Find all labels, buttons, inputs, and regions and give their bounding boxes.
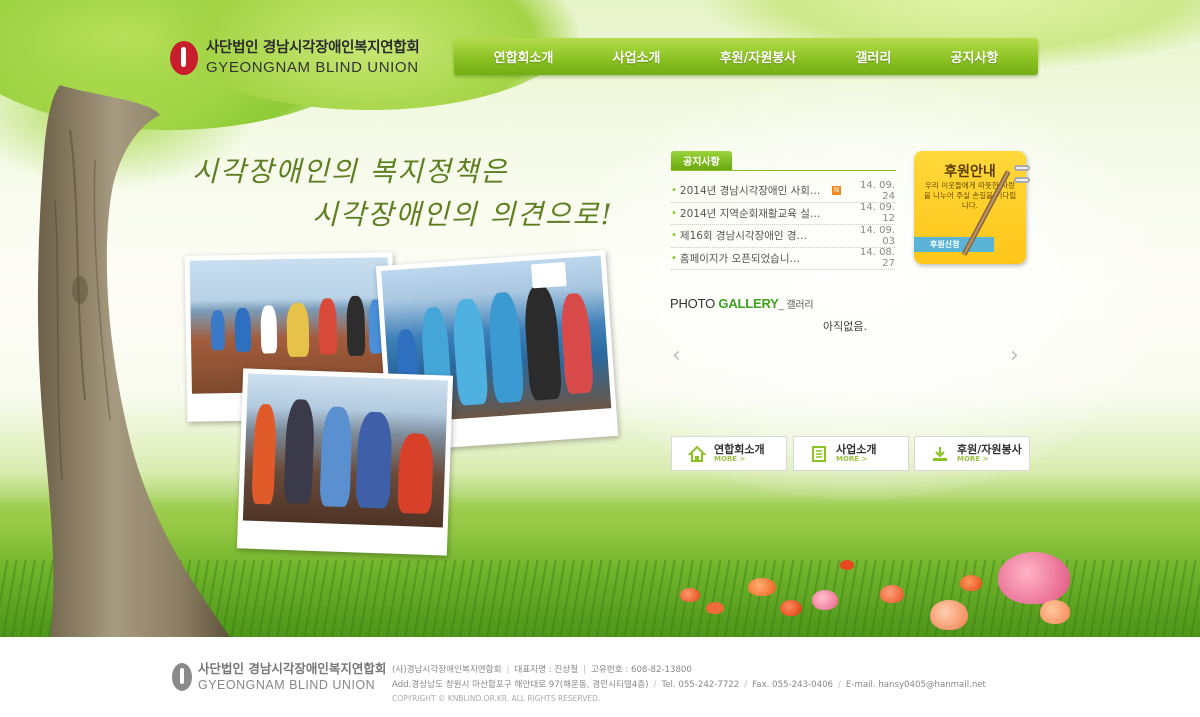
chevron-left-icon[interactable]: ‹	[672, 343, 681, 368]
flower-decoration	[1040, 600, 1070, 624]
nav-item-gallery[interactable]: 갤러리	[855, 47, 891, 66]
nav-item-notice[interactable]: 공지사항	[951, 47, 999, 66]
footer-email[interactable]: E-mail. hansy0405@hanmail.net	[846, 680, 986, 690]
document-list-icon	[812, 445, 826, 462]
flower-decoration	[840, 560, 854, 570]
logo-korean-name: 사단법인 경남시각장애인복지연합회	[206, 40, 420, 57]
notice-title[interactable]: 2014년 지역순회재활교육 실…	[680, 206, 847, 221]
bullet-icon: •	[671, 185, 677, 197]
chevron-right-icon[interactable]: ›	[1010, 343, 1019, 368]
gallery-title[interactable]: PHOTO GALLERY_ 갤러리	[670, 296, 814, 311]
footer-representative: 대표자명 : 진상철	[514, 665, 579, 675]
quick-link-label: 사업소개	[836, 442, 877, 456]
flower-decoration	[680, 588, 700, 602]
footer-logo-english-name: GYEONGNAM BLIND UNION	[198, 677, 376, 692]
flower-decoration	[812, 590, 838, 610]
footer-info: (사)경남시각장애인복지연합회 | 대표자명 : 진상철 | 고유번호 : 608-82…	[392, 663, 986, 707]
event-photo	[236, 368, 454, 556]
notice-divider	[671, 170, 896, 171]
quick-link-about[interactable]: 연합회소개 MORE >	[671, 436, 787, 471]
flower-decoration	[706, 602, 724, 614]
flower-decoration	[780, 600, 802, 616]
more-link: MORE >	[836, 454, 868, 463]
notice-date: 14. 09. 03	[860, 224, 895, 247]
support-banner[interactable]: 후원안내 우리 이웃들에게 따뜻한 사랑을 나누어 주실 손길을 기다립니다. …	[914, 151, 1030, 264]
flower-decoration	[748, 578, 776, 596]
site-footer: 사단법인 경남시각장애인복지연합회 GYEONGNAM BLIND UNION …	[0, 637, 1200, 717]
main-navigation: 연합회소개 사업소개 후원/자원봉사 갤러리 공지사항	[454, 38, 1038, 75]
notice-title[interactable]: 홈페이지가 오픈되었습니…	[680, 251, 847, 266]
flower-decoration	[930, 600, 968, 630]
footer-tel: Tel. 055-242-7722	[661, 679, 740, 690]
notice-date: 14. 08. 27	[860, 247, 895, 270]
quick-link-business[interactable]: 사업소개 MORE >	[793, 436, 909, 471]
footer-registration-number: 고유번호 : 608-82-13800	[591, 665, 692, 675]
notice-item[interactable]: • 2014년 경남시각장애인 사회… N 14. 09. 24	[671, 180, 895, 203]
download-icon	[933, 446, 947, 461]
logo-english-name: GYEONGNAM BLIND UNION	[206, 58, 419, 76]
support-apply-button[interactable]: 후원신청	[914, 237, 994, 252]
bullet-icon: •	[671, 207, 677, 219]
gallery-title-photo: PHOTO	[670, 296, 719, 311]
logo-mark-icon	[172, 663, 192, 691]
logo-mark-icon	[170, 41, 198, 75]
notice-tab[interactable]: 공지사항	[671, 151, 732, 170]
notice-title[interactable]: 2014년 경남시각장애인 사회…	[680, 183, 830, 198]
footer-copyright: COPYRIGHT © KNBLIND.OR.KR. ALL RIGHTS RE…	[392, 694, 601, 703]
footer-logo[interactable]: 사단법인 경남시각장애인복지연합회 GYEONGNAM BLIND UNION	[172, 661, 387, 692]
notice-date: 14. 09. 24	[860, 179, 895, 202]
bullet-icon: •	[671, 252, 677, 264]
home-icon	[688, 445, 706, 462]
slogan-line-1: 시각장애인의 복지정책은	[192, 155, 509, 188]
notice-item[interactable]: • 홈페이지가 오픈되었습니… 14. 08. 27	[671, 247, 895, 270]
nav-item-support[interactable]: 후원/자원봉사	[720, 47, 797, 66]
nav-item-about[interactable]: 연합회소개	[494, 47, 554, 66]
quick-link-label: 후원/자원봉사	[957, 442, 1022, 456]
bullet-icon: •	[671, 230, 677, 242]
gallery-title-gallery: GALLERY	[718, 296, 779, 311]
notice-item[interactable]: • 2014년 지역순회재활교육 실… 14. 09. 12	[671, 202, 895, 225]
quick-link-label: 연합회소개	[714, 442, 765, 456]
slogan-line-2: 시각장애인의 의견으로!	[312, 198, 614, 231]
notice-date: 14. 09. 12	[860, 202, 895, 225]
flower-decoration	[880, 585, 904, 603]
footer-address: Add.경상남도 창원시 마산합포구 해안대로 97(해운동, 경민시티텔4층)	[392, 679, 649, 690]
footer-fax: Fax. 055-243-0406	[752, 679, 834, 690]
gallery-empty-message: 아직없음.	[823, 320, 867, 333]
notice-list: • 2014년 경남시각장애인 사회… N 14. 09. 24 • 2014년…	[671, 180, 895, 270]
more-link: MORE >	[714, 454, 746, 463]
site-logo[interactable]: 사단법인 경남시각장애인복지연합회 GYEONGNAM BLIND UNION	[170, 38, 430, 78]
gallery-title-korean: _ 갤러리	[778, 300, 814, 311]
flower-decoration	[960, 575, 982, 591]
new-badge-icon: N	[832, 186, 841, 196]
notice-title[interactable]: 제16회 경남시각장애인 경…	[680, 228, 847, 243]
nav-item-business[interactable]: 사업소개	[613, 47, 661, 66]
footer-org-name: (사)경남시각장애인복지연합회	[392, 665, 502, 675]
quick-link-support[interactable]: 후원/자원봉사 MORE >	[914, 436, 1030, 471]
footer-logo-korean-name: 사단법인 경남시각장애인복지연합회	[198, 661, 387, 676]
notice-item[interactable]: • 제16회 경남시각장애인 경… 14. 09. 03	[671, 225, 895, 248]
more-link: MORE >	[957, 454, 989, 463]
flower-decoration	[998, 552, 1070, 604]
